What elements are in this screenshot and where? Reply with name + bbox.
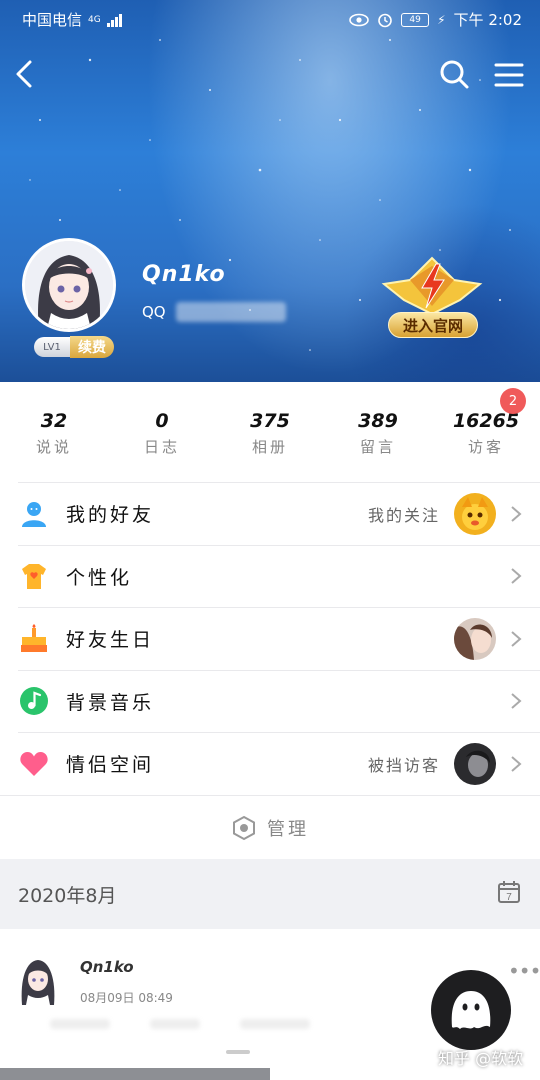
qq-number-redacted xyxy=(175,302,286,322)
menu-item-background-music[interactable]: 背景音乐 xyxy=(18,669,540,733)
heart-icon xyxy=(20,751,48,776)
post-author-avatar[interactable] xyxy=(16,955,60,1005)
signal-icon xyxy=(106,13,122,27)
chevron-right-icon xyxy=(511,568,522,585)
stats-bar: 32 说说 0 日志 375 相册 389 留言 2 16265 访客 xyxy=(0,382,540,482)
stat-shuoshuo[interactable]: 32 说说 xyxy=(0,382,108,482)
scroll-indicator xyxy=(226,1050,250,1054)
profile-avatar[interactable] xyxy=(22,238,116,332)
anime-girl-avatar-image xyxy=(25,241,113,329)
blocked-visitors-link[interactable]: 被挡访客 xyxy=(368,752,440,776)
post-content-redacted xyxy=(240,1019,310,1029)
chevron-right-icon xyxy=(511,630,522,647)
post-more-options-icon[interactable]: ••• xyxy=(508,959,540,983)
alarm-icon xyxy=(378,13,392,27)
tshirt-icon xyxy=(22,564,46,590)
floating-ghost-button[interactable] xyxy=(431,970,511,1050)
menu-item-my-friends[interactable]: 我的好友 我的关注 xyxy=(18,482,540,545)
level-badge[interactable]: LV1 续费 xyxy=(34,335,114,359)
eye-icon xyxy=(349,13,369,26)
network-type: 4G xyxy=(88,14,101,25)
source-watermark: 知乎 @软软 xyxy=(438,1049,524,1068)
chevron-right-icon xyxy=(511,755,522,772)
music-icon xyxy=(20,687,48,716)
profile-nickname: Qn1ko xyxy=(142,262,226,287)
back-icon[interactable] xyxy=(10,58,42,90)
visitor-count-badge: 2 xyxy=(500,388,526,414)
menu-item-couple-space[interactable]: 情侣空间 被挡访客 xyxy=(18,732,540,795)
battery-indicator: 49 xyxy=(401,12,430,27)
post-author-name[interactable]: Qn1ko xyxy=(80,958,134,976)
charging-icon: ⚡ xyxy=(437,12,446,27)
level-label: LV1 xyxy=(34,337,70,357)
svg-text:7: 7 xyxy=(506,892,512,903)
friend-birthday-avatar-thumbnail xyxy=(454,617,496,660)
qq-number-line: QQ xyxy=(142,302,286,322)
ghost-icon xyxy=(451,991,491,1029)
search-icon[interactable] xyxy=(438,58,470,90)
chevron-right-icon xyxy=(511,505,522,522)
post-content-redacted xyxy=(50,1019,110,1029)
manage-button[interactable]: 管理 xyxy=(0,795,540,859)
enter-official-site-button[interactable]: 进入官网 xyxy=(388,312,478,338)
renew-button[interactable]: 续费 xyxy=(70,336,114,358)
calendar-icon[interactable]: 7 xyxy=(497,880,521,904)
embedded-screenshot-strip xyxy=(0,1068,270,1080)
settings-hexagon-icon xyxy=(233,815,255,840)
qq-prefix: QQ xyxy=(142,303,166,321)
menu-item-personalize[interactable]: 个性化 xyxy=(18,544,540,608)
stat-blog[interactable]: 0 日志 xyxy=(108,382,216,482)
menu-icon[interactable] xyxy=(494,60,524,90)
couple-avatar-thumbnail xyxy=(454,742,496,785)
post-content-redacted xyxy=(150,1019,200,1029)
feature-menu: 我的好友 我的关注 个性化 好友生日 背景音乐 情侣空间 被挡访客 xyxy=(0,482,540,795)
post-timestamp: 08月09日 08:49 xyxy=(80,991,173,1005)
my-following-link[interactable]: 我的关注 xyxy=(368,502,440,526)
chevron-right-icon xyxy=(511,693,522,710)
friend-avatar-thumbnail xyxy=(454,492,496,535)
carrier-label: 中国电信 xyxy=(22,11,83,29)
month-label: 2020年8月 xyxy=(18,885,117,907)
profile-cover: 中国电信 4G 49 ⚡ 下午 2:02 LV1 续费 Qn1ko QQ 进入官… xyxy=(0,0,540,382)
stat-messages[interactable]: 389 留言 xyxy=(324,382,432,482)
friend-icon xyxy=(22,501,46,527)
cake-icon xyxy=(21,623,47,652)
status-bar: 中国电信 4G 49 ⚡ 下午 2:02 xyxy=(0,0,540,36)
menu-item-friend-birthdays[interactable]: 好友生日 xyxy=(18,607,540,670)
status-time: 下午 2:02 xyxy=(453,11,522,29)
month-header: 2020年8月 xyxy=(0,859,540,929)
stat-visitors[interactable]: 2 16265 访客 xyxy=(432,382,540,482)
stat-albums[interactable]: 375 相册 xyxy=(216,382,324,482)
